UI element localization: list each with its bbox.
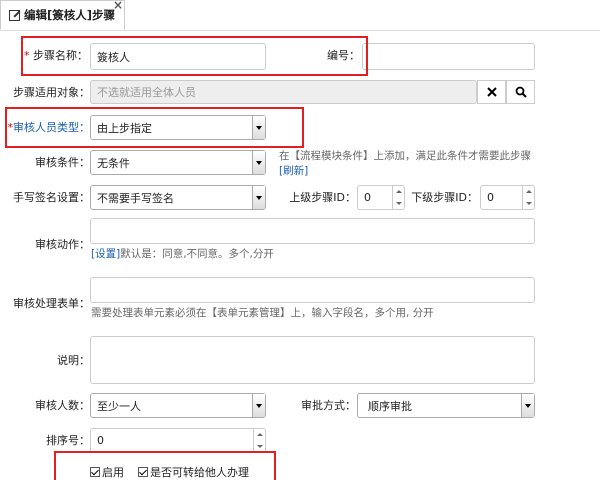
signature-label: 手写签名设置： — [13, 191, 90, 204]
condition-value: 无条件 — [97, 156, 130, 170]
search-button[interactable] — [506, 80, 535, 104]
search-icon — [515, 86, 527, 98]
applies-to-label: 步骤适用对象： — [13, 86, 90, 99]
chevron-down-icon — [252, 151, 265, 174]
arrow-up-icon[interactable] — [523, 186, 534, 198]
next-step-label: 下级步骤ID： — [411, 191, 478, 204]
action-input[interactable] — [90, 218, 535, 244]
prev-step-stepper[interactable]: 0 — [357, 185, 405, 210]
tab-close-icon[interactable]: × — [113, 0, 123, 12]
action-hint: 默认是：同意,不同意。多个,分开 — [120, 248, 274, 260]
prev-step-label: 上级步骤ID： — [289, 191, 356, 204]
mode-value: 顺序审批 — [368, 399, 412, 413]
edit-icon — [9, 9, 20, 21]
number-input[interactable] — [362, 43, 535, 70]
signature-select[interactable]: 不需要手写签名 — [90, 185, 266, 210]
action-settings-link[interactable]: [设置] — [91, 248, 120, 260]
close-icon — [486, 87, 497, 97]
mode-label: 审批方式： — [301, 399, 356, 412]
chevron-down-icon — [521, 394, 534, 417]
next-step-value: 0 — [487, 191, 494, 204]
tab-title: 编辑[簽核人]步骤 — [24, 8, 116, 22]
highlight-checkboxes — [54, 451, 276, 480]
action-hint-row: [设置]默认是：同意,不同意。多个,分开 — [91, 247, 274, 261]
condition-label: 审核条件： — [35, 156, 90, 169]
refresh-link[interactable]: [刷新] — [279, 164, 308, 178]
sort-value: 0 — [97, 434, 104, 447]
condition-select[interactable]: 无条件 — [90, 150, 266, 175]
sort-label: 排序号： — [46, 434, 90, 447]
form-input[interactable] — [90, 277, 535, 303]
prev-step-value: 0 — [364, 191, 371, 204]
arrow-down-icon[interactable] — [393, 198, 404, 210]
action-label: 审核动作： — [35, 238, 90, 251]
condition-hint: 在【流程模块条件】上添加，满足此条件才需要此步骤 — [279, 150, 531, 162]
desc-label: 说明： — [57, 354, 90, 367]
arrow-up-icon[interactable] — [393, 186, 404, 198]
sort-stepper[interactable]: 0 — [90, 428, 266, 453]
arrow-down-icon[interactable] — [523, 198, 534, 210]
next-step-stepper[interactable]: 0 — [480, 185, 535, 210]
desc-textarea[interactable] — [90, 336, 535, 384]
chevron-down-icon — [252, 186, 265, 209]
count-label: 审核人数： — [35, 399, 90, 412]
mode-select[interactable]: 顺序审批 — [357, 393, 535, 418]
tab-edit-step[interactable]: 编辑[簽核人]步骤 — [0, 0, 125, 30]
signature-value: 不需要手写签名 — [97, 191, 174, 205]
arrow-up-icon[interactable] — [254, 429, 265, 441]
clear-button[interactable] — [477, 80, 506, 104]
count-select[interactable]: 至少一人 — [90, 393, 266, 418]
chevron-down-icon — [252, 394, 265, 417]
form-hint: 需要处理表单元素必须在【表单元素管理】上，输入字段名，多个用, 分开 — [91, 307, 434, 319]
highlight-reviewer-type — [5, 107, 304, 148]
form-label: 审核处理表单： — [13, 297, 90, 310]
highlight-step-name — [21, 36, 368, 76]
applies-to-input[interactable]: 不选就适用全体人员 — [90, 80, 477, 104]
count-value: 至少一人 — [97, 399, 141, 413]
